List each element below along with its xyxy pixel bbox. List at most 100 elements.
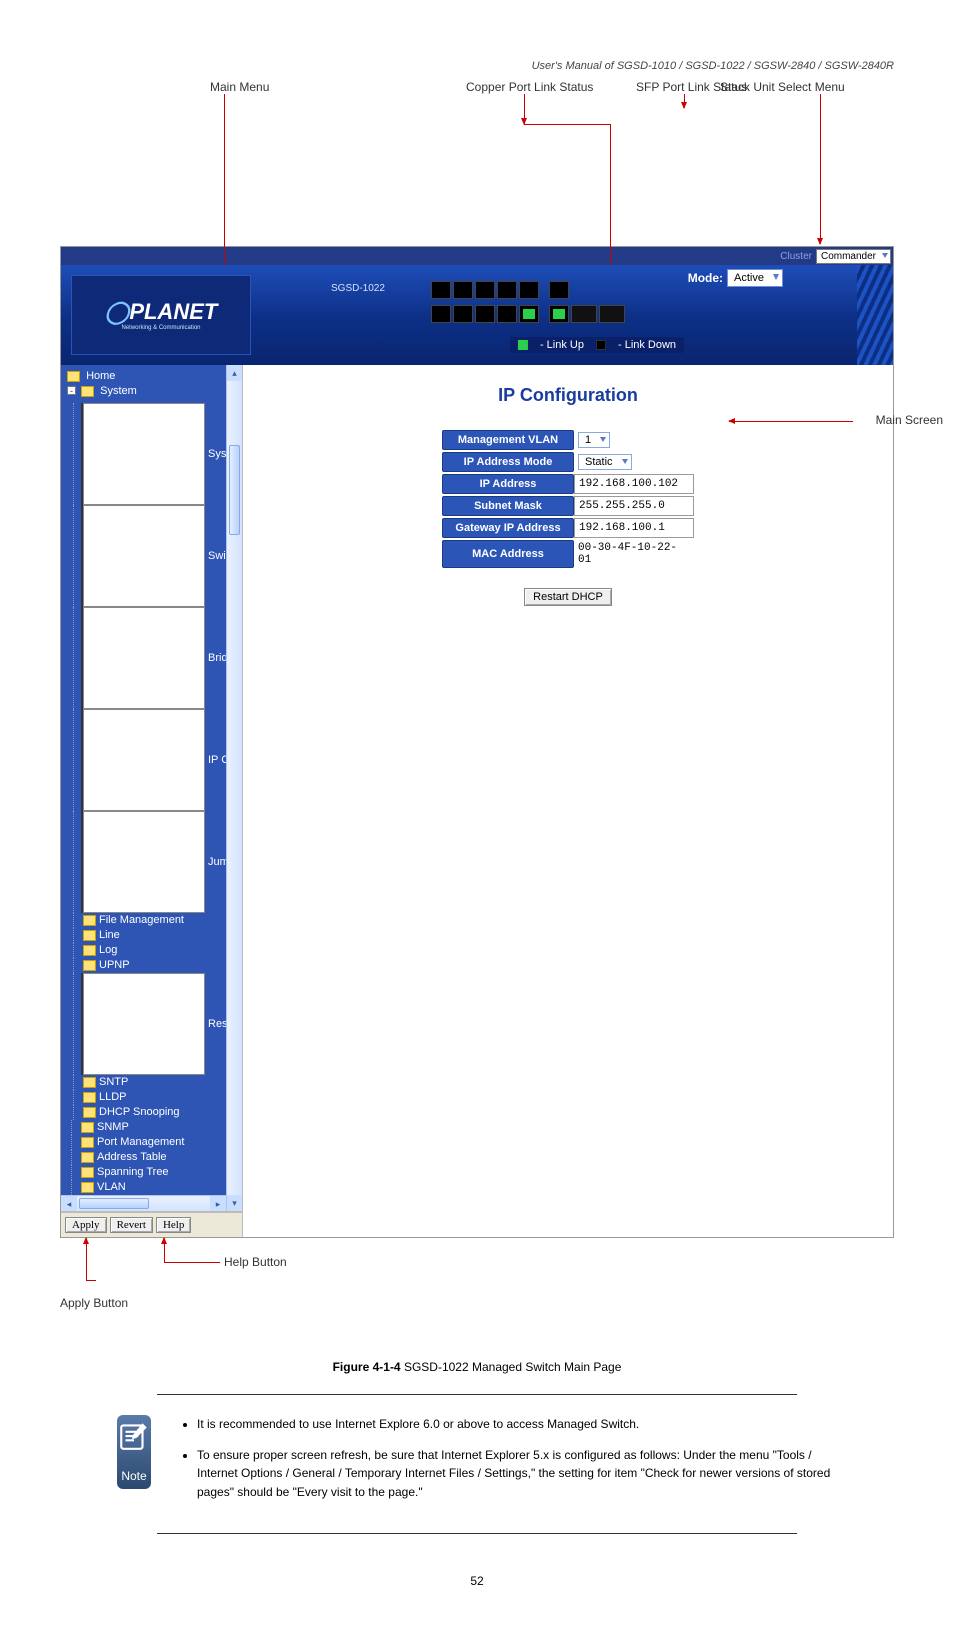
page-icon bbox=[83, 403, 205, 505]
cluster-select[interactable]: Commander bbox=[816, 249, 891, 264]
divider bbox=[157, 1533, 797, 1534]
page-icon bbox=[83, 811, 205, 913]
callout-copper-port: Copper Port Link Status bbox=[466, 80, 593, 94]
tree-item[interactable]: File Management bbox=[67, 913, 226, 928]
subnet-mask-input[interactable]: 255.255.255.0 bbox=[574, 496, 694, 516]
restart-dhcp-button[interactable]: Restart DHCP bbox=[524, 588, 612, 606]
tree-item[interactable]: SNMP bbox=[65, 1120, 226, 1135]
scroll-left-icon[interactable]: ◂ bbox=[61, 1196, 77, 1212]
callout-help-button: Help Button bbox=[224, 1255, 287, 1269]
note-icon bbox=[117, 1419, 151, 1453]
mode-label: Mode: bbox=[688, 271, 723, 285]
divider bbox=[157, 1394, 797, 1395]
tree-item[interactable]: IP Configuration bbox=[67, 709, 226, 811]
folder-icon bbox=[83, 1107, 96, 1118]
tree-item[interactable]: Bridge Extension Confi bbox=[67, 607, 226, 709]
callout-main-screen: Main Screen bbox=[876, 413, 943, 427]
page-title: IP Configuration bbox=[263, 385, 873, 406]
tree-item[interactable]: UPNP bbox=[67, 958, 226, 973]
scroll-right-icon[interactable]: ▸ bbox=[210, 1196, 226, 1212]
folder-icon bbox=[83, 1077, 96, 1088]
tree-collapse-icon[interactable]: - bbox=[67, 386, 76, 395]
folder-icon bbox=[83, 930, 96, 941]
port-icon[interactable] bbox=[431, 305, 451, 323]
tree-item[interactable]: SNTP bbox=[67, 1075, 226, 1090]
page-icon bbox=[83, 505, 205, 607]
tree-item[interactable]: VLAN bbox=[65, 1180, 226, 1195]
port-row-bottom bbox=[431, 305, 625, 323]
tree-item[interactable]: Spanning Tree bbox=[65, 1165, 226, 1180]
port-icon[interactable] bbox=[549, 305, 569, 323]
device-model: SGSD-1022 bbox=[331, 283, 385, 294]
tree-system[interactable]: - System System Information Switch Infor… bbox=[65, 384, 226, 1120]
tree-item[interactable]: Log bbox=[67, 943, 226, 958]
apply-button[interactable]: Apply bbox=[65, 1217, 107, 1233]
sfp-port-icon[interactable] bbox=[571, 305, 597, 323]
scroll-down-icon[interactable]: ▾ bbox=[227, 1195, 242, 1211]
tree-scrollbar-horizontal[interactable]: ◂ ▸ bbox=[61, 1195, 226, 1211]
folder-icon bbox=[83, 960, 96, 971]
app-window: Cluster Commander ◯PLANET Networking & C… bbox=[60, 246, 894, 1238]
tree-item[interactable]: LLDP bbox=[67, 1090, 226, 1105]
brand-logo: ◯PLANET Networking & Communication bbox=[71, 275, 251, 355]
ip-config-table: Management VLAN 1 IP Address Mode Static… bbox=[442, 428, 694, 570]
port-icon[interactable] bbox=[431, 281, 451, 299]
tree-item[interactable]: Jumbo Frames bbox=[67, 811, 226, 913]
arrow-icon bbox=[729, 421, 853, 422]
tree-item[interactable]: DHCP Snooping bbox=[67, 1105, 226, 1120]
port-icon[interactable] bbox=[475, 281, 495, 299]
gateway-input[interactable]: 192.168.100.1 bbox=[574, 518, 694, 538]
link-legend: - Link Up - Link Down bbox=[510, 337, 684, 353]
tree-item[interactable]: Address Table bbox=[65, 1150, 226, 1165]
mode-select[interactable]: Active bbox=[727, 269, 783, 287]
port-row-top bbox=[431, 281, 569, 299]
folder-icon bbox=[83, 1092, 96, 1103]
folder-open-icon bbox=[81, 386, 94, 397]
figure-caption: Figure 4-1-4 SGSD-1022 Managed Switch Ma… bbox=[60, 1360, 894, 1374]
ip-mode-select[interactable]: Static bbox=[578, 454, 632, 470]
tree-item[interactable]: Switch Information bbox=[67, 505, 226, 607]
note-item: To ensure proper screen refresh, be sure… bbox=[197, 1446, 837, 1502]
link-down-icon bbox=[596, 340, 606, 350]
note-section: Note It is recommended to use Internet E… bbox=[117, 1415, 837, 1513]
tree-scrollbar-vertical[interactable]: ▴ ▾ bbox=[226, 365, 242, 1211]
port-icon[interactable] bbox=[549, 281, 569, 299]
tree-home[interactable]: Home bbox=[65, 369, 226, 384]
tree-item[interactable]: Line bbox=[67, 928, 226, 943]
tree-item[interactable]: Reset bbox=[67, 973, 226, 1075]
tree-item[interactable]: System Information bbox=[67, 403, 226, 505]
port-icon[interactable] bbox=[497, 281, 517, 299]
banner-decoration bbox=[857, 265, 893, 365]
note-item: It is recommended to use Internet Explor… bbox=[197, 1415, 837, 1434]
mgmt-vlan-select[interactable]: 1 bbox=[578, 432, 610, 448]
folder-icon bbox=[81, 1167, 94, 1178]
page-icon bbox=[83, 709, 205, 811]
row-label: IP Address bbox=[442, 474, 574, 494]
folder-icon bbox=[81, 1137, 94, 1148]
nav-tree-pane: Home - System System Information Switch … bbox=[61, 365, 243, 1237]
tree-item[interactable]: Port Management bbox=[65, 1135, 226, 1150]
port-icon[interactable] bbox=[453, 305, 473, 323]
page-icon bbox=[83, 607, 205, 709]
port-icon[interactable] bbox=[453, 281, 473, 299]
folder-icon bbox=[83, 915, 96, 926]
row-label: Gateway IP Address bbox=[442, 518, 574, 538]
help-button[interactable]: Help bbox=[156, 1217, 191, 1233]
sfp-port-icon[interactable] bbox=[599, 305, 625, 323]
main-content: IP Configuration Management VLAN 1 IP Ad… bbox=[243, 365, 893, 1237]
port-icon[interactable] bbox=[497, 305, 517, 323]
port-icon[interactable] bbox=[519, 305, 539, 323]
scroll-thumb[interactable] bbox=[79, 1198, 149, 1209]
row-label: Management VLAN bbox=[442, 430, 574, 450]
ip-address-input[interactable]: 192.168.100.102 bbox=[574, 474, 694, 494]
scroll-thumb[interactable] bbox=[229, 445, 240, 535]
port-icon[interactable] bbox=[519, 281, 539, 299]
note-badge: Note bbox=[117, 1415, 151, 1489]
device-banner: ◯PLANET Networking & Communication SGSD-… bbox=[61, 265, 893, 365]
scroll-up-icon[interactable]: ▴ bbox=[227, 365, 242, 381]
row-label: IP Address Mode bbox=[442, 452, 574, 472]
port-icon[interactable] bbox=[475, 305, 495, 323]
revert-button[interactable]: Revert bbox=[110, 1217, 153, 1233]
page-number: 52 bbox=[60, 1574, 894, 1588]
callout-stack-select: Stack Unit Select Menu bbox=[720, 80, 845, 94]
